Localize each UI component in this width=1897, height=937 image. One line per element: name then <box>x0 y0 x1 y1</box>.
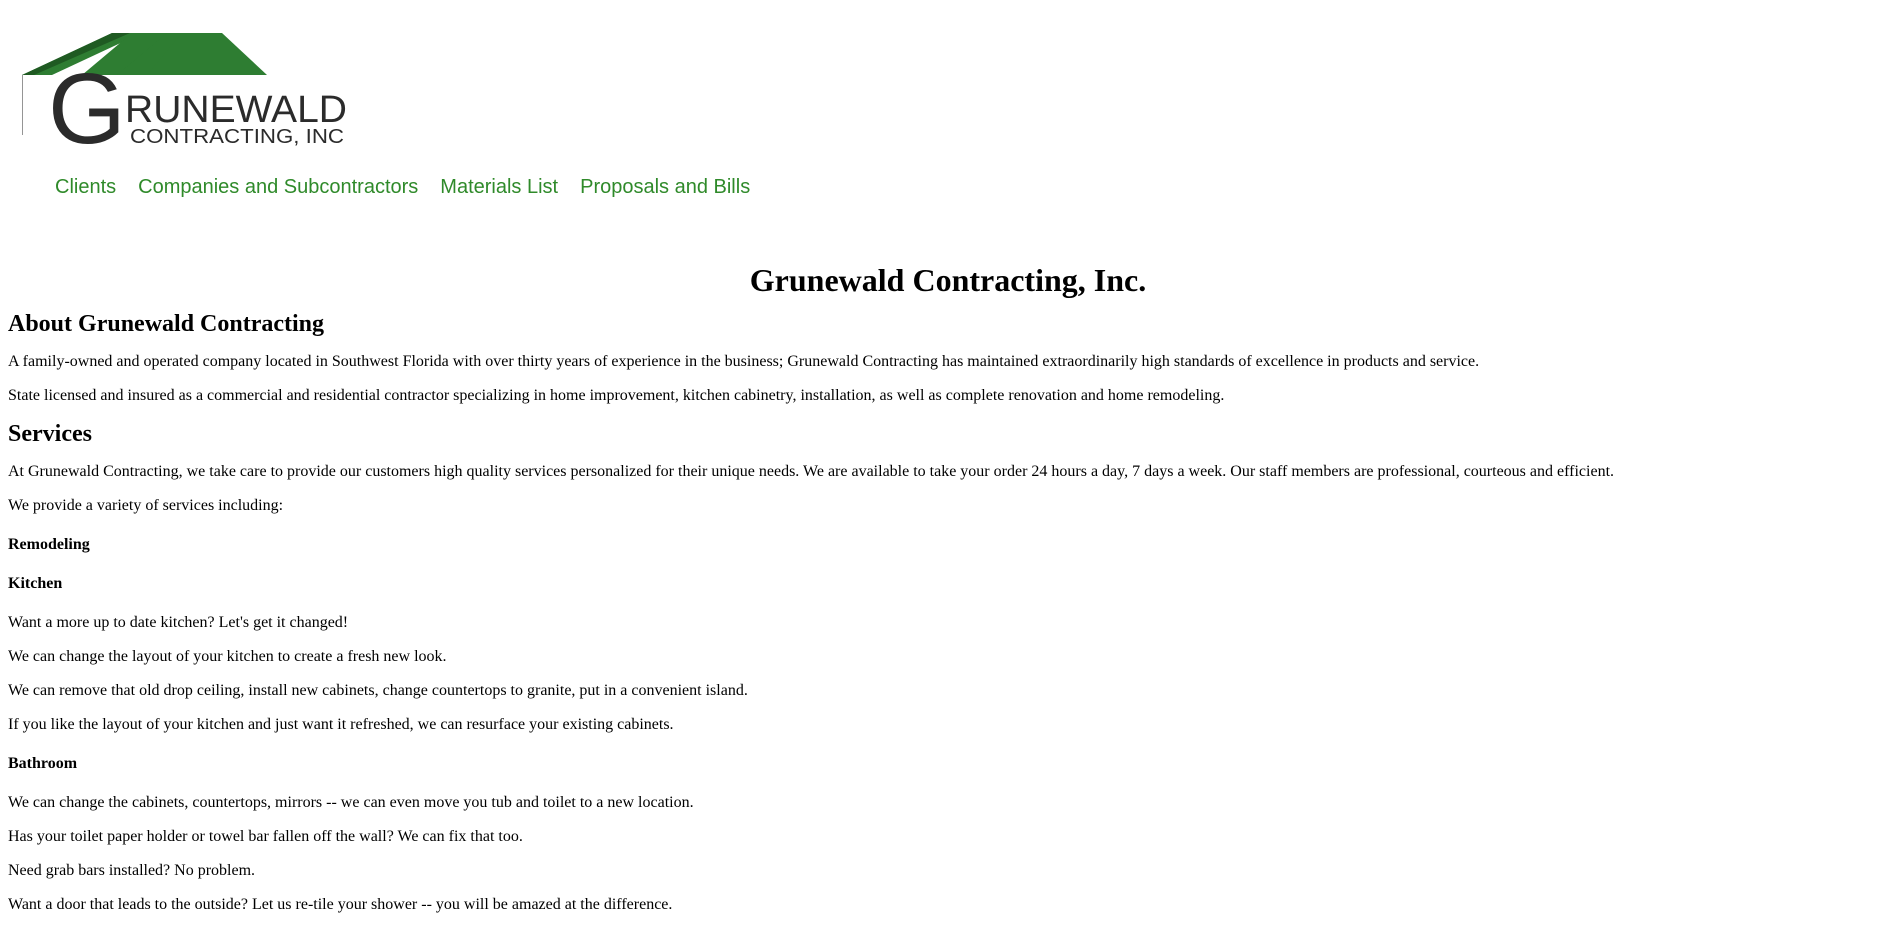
bathroom-line-3: Need grab bars installed? No problem. <box>8 862 256 879</box>
about-paragraph-2: State licensed and insured as a commerci… <box>8 387 1225 404</box>
bathroom-line-1: We can change the cabinets, countertops,… <box>8 794 694 811</box>
main-content: Grunewald Contracting, Inc. About Grunew… <box>8 258 1888 929</box>
services-paragraph-1: At Grunewald Contracting, we take care t… <box>8 463 1615 480</box>
bathroom-line-2: Has your toilet paper holder or towel ba… <box>8 828 523 845</box>
logo-word-top: RUNEWALD <box>125 89 347 131</box>
services-heading: Services <box>8 421 92 447</box>
page-title: Grunewald Contracting, Inc. <box>749 262 1147 298</box>
logo-graphic: G RUNEWALD CONTRACTING, INC <box>22 33 347 150</box>
logo-letter-g: G <box>48 53 126 150</box>
site-header: G RUNEWALD CONTRACTING, INC Clients Comp… <box>0 0 1897 230</box>
kitchen-line-2: We can change the layout of your kitchen… <box>8 648 447 665</box>
nav-link-clients[interactable]: Clients <box>55 176 116 199</box>
kitchen-line-1: Want a more up to date kitchen? Let's ge… <box>8 614 349 631</box>
about-heading: About Grunewald Contracting <box>8 311 325 337</box>
about-paragraph-1: A family-owned and operated company loca… <box>8 353 1480 370</box>
kitchen-heading: Kitchen <box>8 575 63 592</box>
bathroom-heading: Bathroom <box>8 755 78 772</box>
kitchen-line-3: We can remove that old drop ceiling, ins… <box>8 682 748 699</box>
logo-word-bottom: CONTRACTING, INC <box>130 126 344 148</box>
kitchen-line-4: If you like the layout of your kitchen a… <box>8 716 674 733</box>
nav-link-materials-list[interactable]: Materials List <box>440 176 558 199</box>
nav-link-companies-subcontractors[interactable]: Companies and Subcontractors <box>138 176 418 199</box>
main-nav: Clients Companies and Subcontractors Mat… <box>55 176 750 199</box>
bathroom-line-4: Want a door that leads to the outside? L… <box>8 896 673 913</box>
nav-link-proposals-bills[interactable]: Proposals and Bills <box>580 176 750 199</box>
remodeling-heading: Remodeling <box>8 536 90 553</box>
services-paragraph-2: We provide a variety of services includi… <box>8 497 284 514</box>
company-logo[interactable]: G RUNEWALD CONTRACTING, INC <box>22 30 352 150</box>
